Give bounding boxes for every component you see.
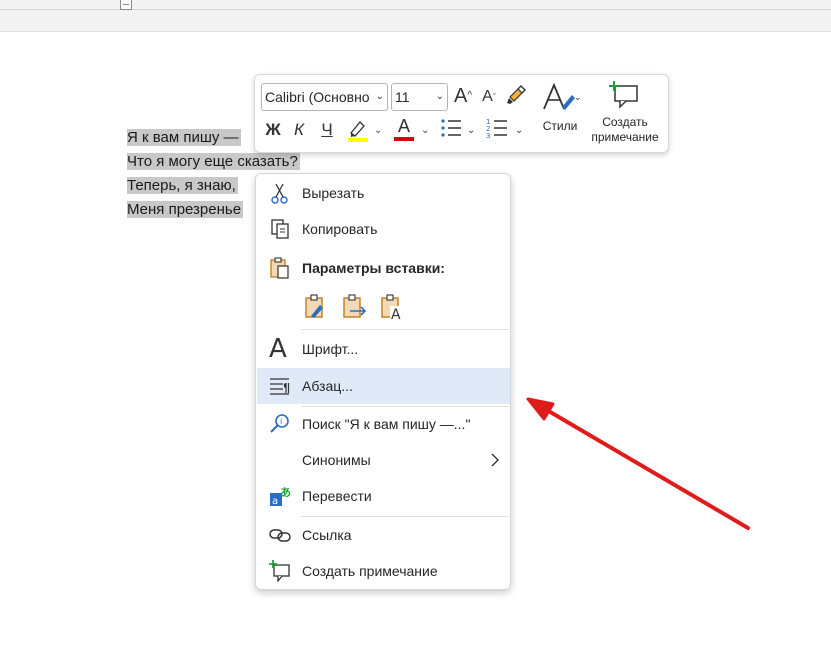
highlight-button[interactable] bbox=[345, 117, 371, 143]
search-icon: i bbox=[270, 414, 289, 433]
menu-item-label: Поиск "Я к вам пишу —..." bbox=[302, 416, 471, 432]
font-name-value: Calibri (Основно bbox=[265, 89, 370, 105]
chevron-down-icon[interactable]: ⌄ bbox=[515, 125, 523, 136]
menu-separator bbox=[301, 329, 509, 330]
bullet-list-icon bbox=[441, 119, 461, 137]
menu-item-paragraph[interactable]: Абзац... bbox=[257, 368, 510, 404]
paragraph-icon bbox=[270, 378, 290, 395]
scissors-icon bbox=[271, 183, 288, 204]
styles-icon: ⌄ bbox=[543, 82, 582, 110]
chevron-down-icon[interactable]: ⌄ bbox=[374, 125, 382, 136]
svg-text:3: 3 bbox=[486, 132, 490, 139]
menu-item-search[interactable]: i Поиск "Я к вам пишу —..." bbox=[257, 407, 510, 441]
menu-item-paste-options: Параметры вставки: bbox=[257, 251, 510, 285]
ruler-bar bbox=[0, 0, 831, 32]
format-painter-button[interactable] bbox=[505, 83, 529, 109]
chevron-down-icon: ⌄ bbox=[373, 84, 384, 110]
context-menu: Вырезать Копировать Параметры вставки: A bbox=[255, 173, 511, 590]
shrink-font-button[interactable]: Aˇ bbox=[478, 84, 500, 110]
copy-icon bbox=[271, 219, 289, 239]
menu-item-label: Создать примечание bbox=[302, 563, 438, 579]
new-comment-label-line2: примечание bbox=[591, 130, 659, 144]
svg-text:a: a bbox=[272, 496, 278, 507]
font-name-select[interactable]: Calibri (Основно ⌄ bbox=[261, 83, 388, 111]
numbering-button[interactable]: 1 2 3 bbox=[485, 117, 509, 143]
menu-item-label: Копировать bbox=[302, 221, 378, 237]
menu-item-link[interactable]: Ссылка bbox=[257, 518, 510, 552]
paste-keep-formatting-icon[interactable] bbox=[303, 294, 329, 320]
menu-item-synonyms[interactable]: Синонимы bbox=[257, 443, 510, 477]
menu-item-label: Шрифт... bbox=[302, 341, 359, 357]
font-icon: A bbox=[269, 334, 287, 364]
svg-text:i: i bbox=[280, 417, 282, 426]
grow-font-button[interactable]: A^ bbox=[451, 83, 475, 109]
translate-icon: a あ bbox=[270, 486, 291, 507]
menu-item-label: Перевести bbox=[302, 488, 372, 504]
underline-button[interactable]: Ч bbox=[317, 117, 337, 143]
menu-item-cut[interactable]: Вырезать bbox=[257, 176, 510, 210]
styles-button[interactable]: ⌄ Стили bbox=[535, 82, 585, 147]
menu-item-font[interactable]: A Шрифт... bbox=[257, 332, 510, 366]
paste-merge-formatting-icon[interactable] bbox=[341, 294, 367, 320]
font-color-swatch bbox=[394, 137, 414, 141]
chevron-down-icon[interactable]: ⌄ bbox=[421, 125, 429, 136]
new-comment-icon bbox=[269, 560, 290, 582]
chevron-down-icon: ⌄ bbox=[435, 91, 444, 102]
highlighter-icon bbox=[348, 121, 368, 142]
italic-button[interactable]: К bbox=[289, 117, 309, 143]
menu-separator bbox=[301, 516, 509, 517]
numbered-list-icon: 1 2 3 bbox=[486, 118, 507, 140]
menu-item-copy[interactable]: Копировать bbox=[257, 212, 510, 246]
font-color-button[interactable]: A bbox=[392, 115, 416, 141]
menu-item-label: Вырезать bbox=[302, 185, 365, 201]
link-icon bbox=[269, 529, 291, 542]
clipboard-icon bbox=[270, 257, 289, 279]
svg-text:あ: あ bbox=[280, 486, 291, 499]
arrow-head bbox=[526, 397, 555, 421]
new-comment-label-line1: Создать bbox=[602, 115, 648, 129]
new-comment-button[interactable]: Создать примечание bbox=[585, 81, 665, 151]
font-size-value: 11 bbox=[395, 89, 410, 105]
bold-button[interactable]: Ж bbox=[263, 117, 283, 143]
font-size-select[interactable]: 11 ⌄ bbox=[391, 83, 448, 111]
chevron-down-icon[interactable]: ⌄ bbox=[467, 125, 475, 136]
menu-item-label: Абзац... bbox=[302, 378, 353, 394]
menu-item-label: Параметры вставки: bbox=[302, 260, 445, 276]
menu-item-translate[interactable]: a あ Перевести bbox=[257, 479, 510, 513]
chevron-right-icon bbox=[491, 453, 499, 467]
svg-text:⌄: ⌄ bbox=[574, 93, 580, 103]
menu-item-label: Синонимы bbox=[302, 452, 371, 468]
format-painter-icon bbox=[507, 85, 526, 104]
menu-item-new-comment[interactable]: Создать примечание bbox=[257, 554, 510, 588]
bullets-button[interactable] bbox=[439, 117, 463, 143]
indent-marker[interactable] bbox=[120, 0, 132, 10]
svg-text:A: A bbox=[391, 307, 401, 320]
arrow-shaft bbox=[538, 404, 750, 530]
menu-item-label: Ссылка bbox=[302, 527, 352, 543]
new-comment-icon bbox=[609, 81, 638, 109]
document-line[interactable]: Что я могу еще сказать? bbox=[127, 150, 300, 174]
font-color-letter: A bbox=[397, 116, 410, 136]
styles-label: Стили bbox=[542, 119, 578, 133]
paste-text-only-icon[interactable]: A bbox=[379, 294, 405, 320]
mini-toolbar: Calibri (Основно ⌄ 11 ⌄ A^ Aˇ ⌄ Стили Со… bbox=[254, 74, 669, 153]
